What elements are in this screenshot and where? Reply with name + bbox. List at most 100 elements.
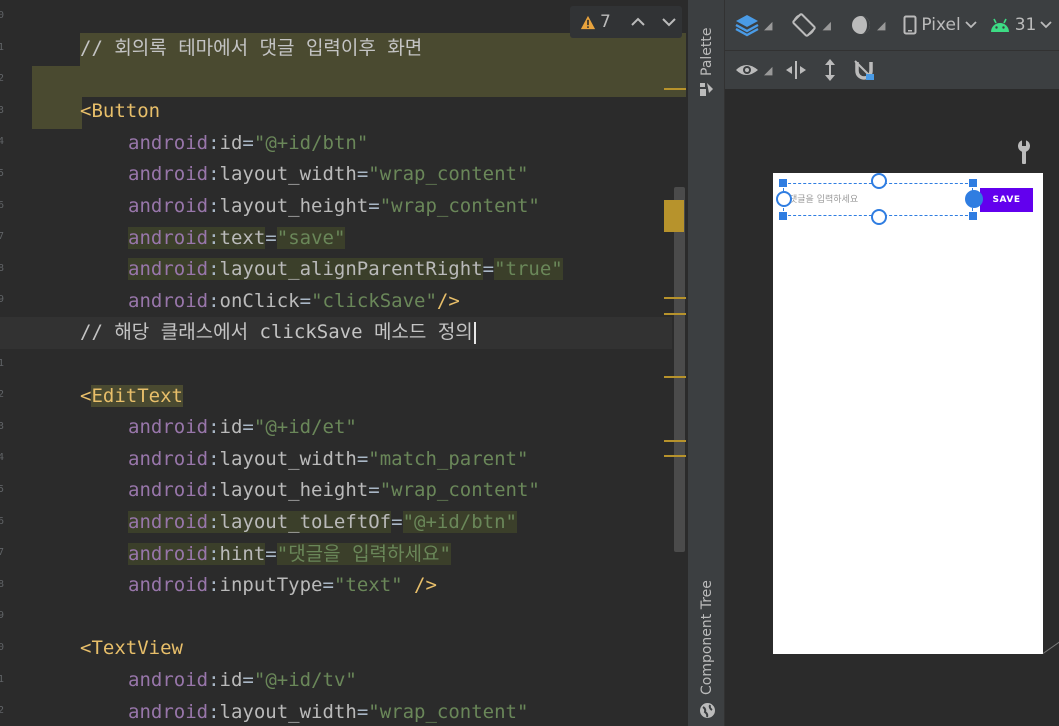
colon: : xyxy=(208,195,220,217)
editor-scrollbar[interactable] xyxy=(674,187,685,552)
code-area[interactable]: // 회의록 테마에서 댓글 입력이후 화면 <Button android:id=… xyxy=(0,0,687,726)
horizontal-resize-icon xyxy=(786,61,807,79)
warning-icon xyxy=(580,15,596,29)
attribute-key: layout_height xyxy=(219,479,369,502)
chevron-down-icon xyxy=(965,21,977,29)
previous-warning-button[interactable] xyxy=(625,12,652,32)
equals-sign: = xyxy=(368,195,380,217)
constraint-anchor-bottom[interactable] xyxy=(871,209,887,225)
xml-tag-name: TextView xyxy=(91,637,183,660)
colon: : xyxy=(208,131,220,154)
attribute-value: "댓글을 입력하세요" xyxy=(276,542,451,565)
resize-handle[interactable] xyxy=(779,212,787,220)
error-stripe-marker[interactable] xyxy=(664,455,686,457)
inspection-widget[interactable]: 7 xyxy=(570,6,682,38)
colon: : xyxy=(208,700,220,723)
orientation-button[interactable]: ◢ xyxy=(787,8,833,42)
attribute-namespace: android xyxy=(128,131,209,154)
attribute-key: layout_width xyxy=(219,700,357,723)
device-selector[interactable]: Pixel xyxy=(900,8,979,42)
attribute-key: id xyxy=(219,669,243,691)
layout-design-panel: ◢ ◢ ◢ Pixel 31 ◢ 댓글을 입력하세요 SAVE xyxy=(725,0,1059,726)
attribute-name: android:layout_width xyxy=(128,163,357,185)
highlight-block xyxy=(32,66,82,129)
attribute-key: layout_width xyxy=(219,163,357,186)
xml-tag-name: Button xyxy=(91,100,161,123)
attribute-value: "wrap_content" xyxy=(368,163,529,186)
phone-icon xyxy=(903,15,917,35)
palette-icon[interactable] xyxy=(698,80,716,98)
attribute-name: android:inputType xyxy=(128,574,322,596)
error-stripe-marker[interactable] xyxy=(664,88,686,90)
attribute-namespace: android xyxy=(128,163,209,186)
rotate-icon xyxy=(792,13,817,37)
error-stripe-marker[interactable] xyxy=(664,200,684,232)
colon: : xyxy=(208,511,220,533)
tag-close: /> xyxy=(436,289,460,312)
resize-handle[interactable] xyxy=(969,179,977,187)
code-comment: // 회의록 테마에서 댓글 입력이후 화면 xyxy=(80,37,423,59)
theme-button[interactable]: ◢ xyxy=(846,8,888,42)
code-comment: // 해당 클래스에서 clickSave 메소드 정의 xyxy=(80,321,473,344)
colon: : xyxy=(208,542,220,565)
error-stripe-marker[interactable] xyxy=(664,297,686,299)
device-preview[interactable]: 댓글을 입력하세요 SAVE xyxy=(773,173,1043,654)
attribute-namespace: android xyxy=(128,669,209,691)
layers-icon xyxy=(735,15,759,37)
resize-handle[interactable] xyxy=(969,212,977,220)
tag-close: /> xyxy=(402,574,437,597)
view-options-button[interactable]: ◢ xyxy=(731,53,775,87)
error-stripe-marker[interactable] xyxy=(664,440,686,442)
constraint-anchor-right[interactable] xyxy=(965,190,983,208)
attribute-key: id xyxy=(219,131,243,154)
attribute-value: "wrap_content" xyxy=(368,700,529,723)
wrench-icon[interactable] xyxy=(1013,139,1035,165)
equals-sign: = xyxy=(356,163,369,186)
colon: : xyxy=(208,574,220,597)
constraint-anchor-top[interactable] xyxy=(871,173,887,189)
attribute-value: "save" xyxy=(276,226,346,249)
pan-horizontal-button[interactable] xyxy=(781,53,811,87)
edit-text-hint: 댓글을 입력하세요 xyxy=(789,195,859,205)
equals-sign: = xyxy=(356,447,369,470)
api-level-selector[interactable]: 31 xyxy=(986,8,1056,42)
attribute-key: onClick xyxy=(219,289,300,312)
code-editor[interactable]: 01234567890123456789012 // 회의록 테마에서 댓글 입… xyxy=(0,0,687,726)
palette-tab[interactable]: Palette xyxy=(699,28,715,77)
attribute-value: "wrap_content" xyxy=(379,479,540,502)
error-stripe-marker[interactable] xyxy=(664,313,686,315)
api-level: 31 xyxy=(1014,15,1037,35)
equals-sign: = xyxy=(242,669,254,691)
constraint-anchor-left[interactable] xyxy=(776,191,792,207)
colon: : xyxy=(208,163,220,186)
next-warning-button[interactable] xyxy=(655,12,682,32)
attribute-name: android:onClick xyxy=(128,290,300,312)
resize-handle[interactable] xyxy=(779,179,787,187)
attribute-namespace: android xyxy=(128,511,209,533)
attribute-value: "text" xyxy=(333,574,403,597)
save-button-preview[interactable]: SAVE xyxy=(980,188,1033,212)
equals-sign: = xyxy=(391,511,403,533)
attribute-key: layout_toLeftOf xyxy=(219,511,392,533)
component-tree-tab[interactable]: Component Tree xyxy=(699,580,715,695)
equals-sign: = xyxy=(242,131,254,154)
autoconnect-button[interactable] xyxy=(849,53,879,87)
chevron-down-icon xyxy=(661,18,676,27)
attribute-name: android:layout_height xyxy=(128,195,368,217)
android-icon xyxy=(990,18,1009,32)
error-stripe-marker[interactable] xyxy=(664,376,686,378)
attribute-name: android:layout_width xyxy=(128,448,357,470)
design-surface-button[interactable]: ◢ xyxy=(731,8,775,42)
pan-vertical-button[interactable] xyxy=(817,53,843,87)
colon: : xyxy=(208,226,220,249)
attribute-key: layout_height xyxy=(219,195,369,217)
attribute-value: "@+id/btn" xyxy=(253,131,369,154)
device-resize-corner[interactable] xyxy=(1042,641,1059,654)
attribute-namespace: android xyxy=(128,447,209,470)
text-caret xyxy=(473,321,476,344)
attribute-namespace: android xyxy=(128,574,209,597)
globe-icon[interactable] xyxy=(699,702,716,719)
equals-sign: = xyxy=(265,226,277,249)
attribute-value: "clickSave" xyxy=(311,289,437,312)
colon: : xyxy=(208,258,220,281)
